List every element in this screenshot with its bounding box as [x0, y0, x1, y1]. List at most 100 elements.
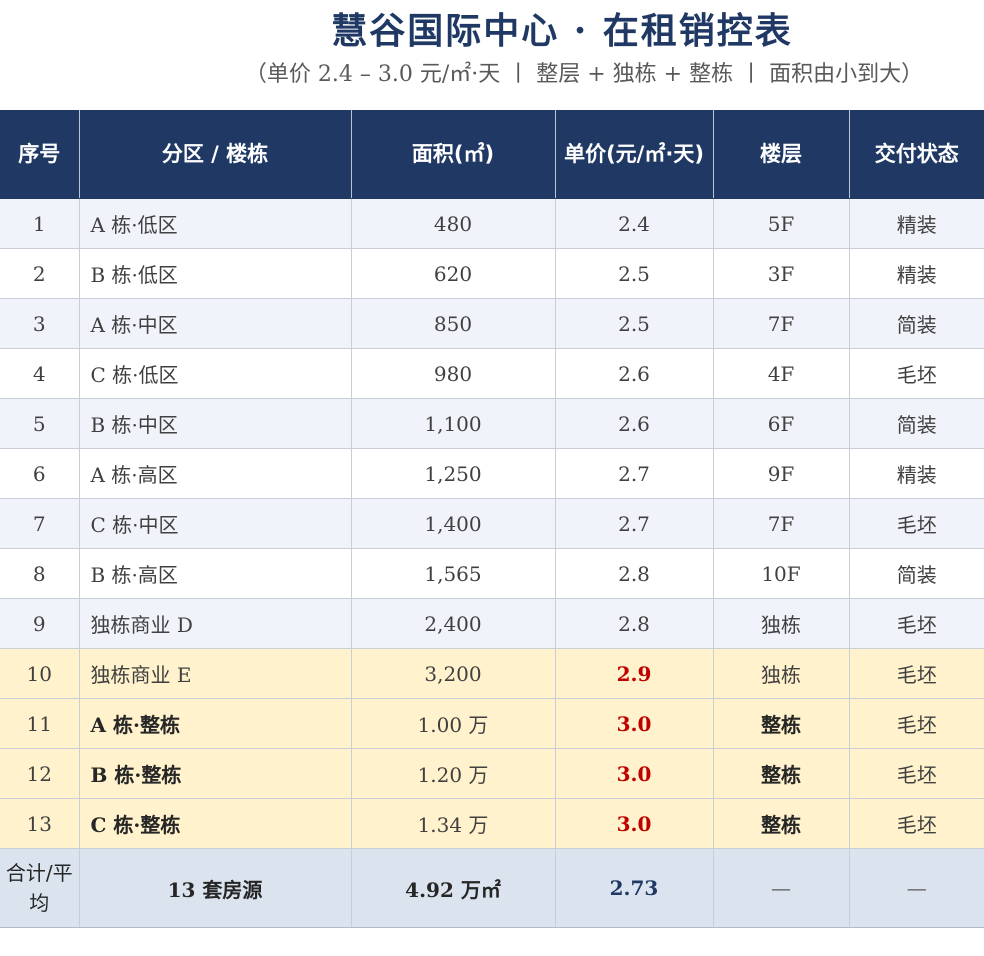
total-count: 13 套房源: [79, 848, 352, 928]
row-no: 3: [0, 298, 80, 349]
row-floor: 5F: [713, 198, 850, 249]
row-status: 毛坯: [849, 748, 984, 799]
row-floor: 4F: [713, 348, 850, 399]
table-row: 5B 栋·中区 1,100 2.6 6F 简装: [0, 398, 984, 449]
header-price: 单价(元/㎡·天): [555, 110, 714, 199]
row-floor: 独栋: [713, 648, 850, 699]
row-floor: 7F: [713, 298, 850, 349]
row-status: 精装: [849, 198, 984, 249]
table-row: 9 独栋商业 D 2,400 2.8 独栋 毛坯: [0, 598, 984, 649]
row-floor: 6F: [713, 398, 850, 449]
row-area: 1.00 万: [351, 698, 556, 749]
row-zone: C 栋·中区: [79, 498, 352, 549]
row-no: 4: [0, 348, 80, 399]
row-area: 3,200: [351, 648, 556, 699]
row-status: 简装: [849, 548, 984, 599]
row-price: 3.0: [555, 748, 714, 799]
row-floor: 10F: [713, 548, 850, 599]
row-status: 毛坯: [849, 498, 984, 549]
header-status: 交付状态: [849, 110, 984, 199]
row-status: 精装: [849, 448, 984, 499]
table-row: 8B 栋·高区 1,565 2.8 10F 简装: [0, 548, 984, 599]
row-zone: 独栋商业 D: [79, 598, 352, 649]
page-title: 慧谷国际中心 · 在租销控表: [331, 10, 793, 52]
row-price: 2.7: [555, 498, 714, 549]
row-floor: 整栋: [713, 698, 850, 749]
row-price: 3.0: [555, 698, 714, 749]
row-area: 1.34 万: [351, 798, 556, 849]
row-floor: 9F: [713, 448, 850, 499]
row-status: 简装: [849, 398, 984, 449]
row-price: 2.8: [555, 548, 714, 599]
table-row: 12 B 栋·整栋 1.20 万 3.0 整栋 毛坯: [0, 748, 984, 799]
row-zone: B 栋·整栋: [79, 748, 352, 799]
row-area: 980: [351, 348, 556, 399]
row-price: 2.7: [555, 448, 714, 499]
header-floor: 楼层: [713, 110, 850, 199]
row-price: 2.6: [555, 398, 714, 449]
page-subtitle: （单价 2.4 – 3.0 元/㎡·天 丨 整层 + 独栋 + 整栋 丨 面积由…: [244, 62, 924, 87]
row-zone: A 栋·高区: [79, 448, 352, 499]
row-zone: A 栋·整栋: [79, 698, 352, 749]
row-no: 5: [0, 398, 80, 449]
row-zone: A 栋·低区: [79, 198, 352, 249]
row-area: 1,250: [351, 448, 556, 499]
row-status: 毛坯: [849, 598, 984, 649]
row-area: 1,400: [351, 498, 556, 549]
row-area: 850: [351, 298, 556, 349]
row-area: 620: [351, 248, 556, 299]
header-no: 序号: [0, 110, 80, 199]
row-zone: B 栋·低区: [79, 248, 352, 299]
row-floor: 整栋: [713, 798, 850, 849]
table-row: 4C 栋·低区 980 2.6 4F 毛坯: [0, 348, 984, 399]
row-price: 2.6: [555, 348, 714, 399]
total-row: 合计/平均 13 套房源 4.92 万㎡ 2.73 — —: [0, 848, 984, 928]
row-no: 7: [0, 498, 80, 549]
row-price: 2.5: [555, 298, 714, 349]
table-row: 13 C 栋·整栋 1.34 万 3.0 整栋 毛坯: [0, 798, 984, 849]
table-row: 7C 栋·中区 1,400 2.7 7F 毛坯: [0, 498, 984, 549]
row-zone: C 栋·整栋: [79, 798, 352, 849]
table-row: 6A 栋·高区 1,250 2.7 9F 精装: [0, 448, 984, 499]
row-area: 480: [351, 198, 556, 249]
row-area: 1.20 万: [351, 748, 556, 799]
table-row: 1A 栋·低区 480 2.4 5F 精装: [0, 198, 984, 249]
row-status: 精装: [849, 248, 984, 299]
leasing-table: 序号 分区 / 楼栋 面积(㎡) 单价(元/㎡·天) 楼层 交付状态 1A 栋·…: [0, 110, 984, 928]
row-status: 毛坯: [849, 348, 984, 399]
row-price: 2.4: [555, 198, 714, 249]
table-row: 11 A 栋·整栋 1.00 万 3.0 整栋 毛坯: [0, 698, 984, 749]
row-status: 毛坯: [849, 698, 984, 749]
row-price: 2.8: [555, 598, 714, 649]
row-status: 毛坯: [849, 648, 984, 699]
table-row: 3A 栋·中区 850 2.5 7F 简装: [0, 298, 984, 349]
row-zone: A 栋·中区: [79, 298, 352, 349]
row-no: 12: [0, 748, 80, 799]
table-row: 10 独栋商业 E 3,200 2.9 独栋 毛坯: [0, 648, 984, 699]
row-no: 6: [0, 448, 80, 499]
row-area: 1,100: [351, 398, 556, 449]
row-zone: C 栋·低区: [79, 348, 352, 399]
row-no: 2: [0, 248, 80, 299]
row-no: 11: [0, 698, 80, 749]
table-header-row: 序号 分区 / 楼栋 面积(㎡) 单价(元/㎡·天) 楼层 交付状态: [0, 110, 984, 199]
row-zone: B 栋·高区: [79, 548, 352, 599]
row-zone: 独栋商业 E: [79, 648, 352, 699]
total-status: —: [849, 848, 984, 928]
row-area: 2,400: [351, 598, 556, 649]
row-zone: B 栋·中区: [79, 398, 352, 449]
row-no: 1: [0, 198, 80, 249]
row-status: 简装: [849, 298, 984, 349]
row-floor: 3F: [713, 248, 850, 299]
total-floor: —: [713, 848, 850, 928]
row-floor: 整栋: [713, 748, 850, 799]
row-price: 3.0: [555, 798, 714, 849]
row-floor: 7F: [713, 498, 850, 549]
total-label: 合计/平均: [0, 848, 80, 928]
row-price: 2.5: [555, 248, 714, 299]
header-zone: 分区 / 楼栋: [79, 110, 352, 199]
row-no: 13: [0, 798, 80, 849]
row-floor: 独栋: [713, 598, 850, 649]
row-no: 8: [0, 548, 80, 599]
total-area: 4.92 万㎡: [351, 848, 556, 928]
